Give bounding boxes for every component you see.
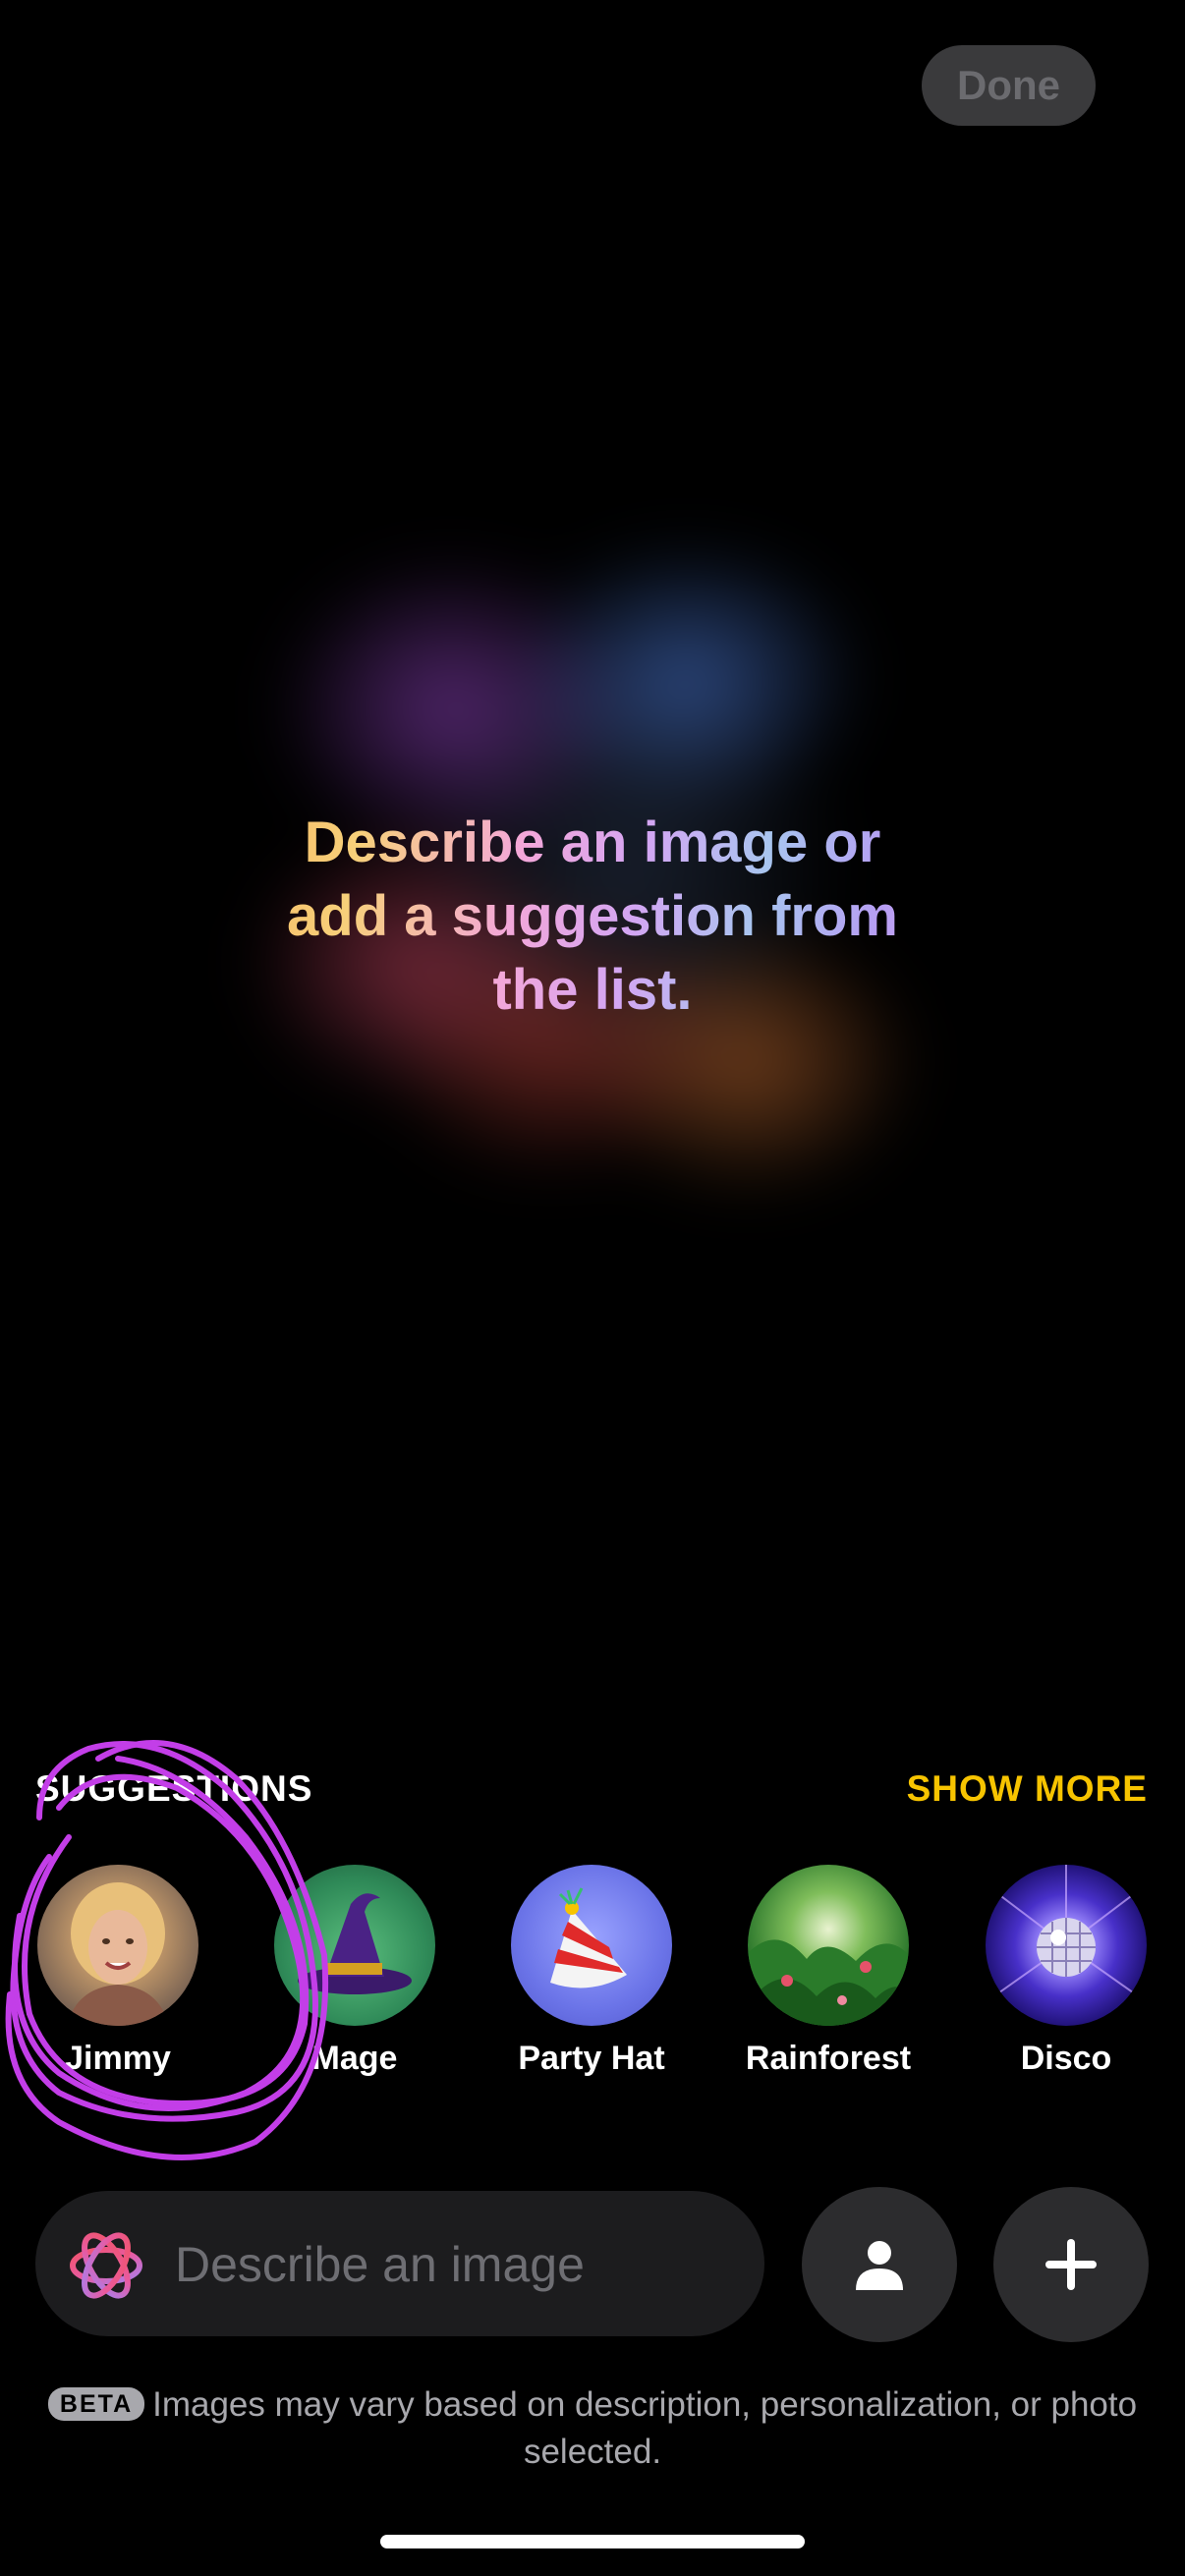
suggestion-label: Disco — [1020, 2040, 1112, 2077]
plus-icon — [1045, 2239, 1097, 2290]
suggestion-disco[interactable]: Disco — [963, 1865, 1169, 2078]
suggestion-label: Rainforest — [745, 2040, 912, 2077]
person-icon — [856, 2241, 903, 2290]
empty-state-prompt: Describe an image or add a suggestion fr… — [199, 806, 986, 1027]
disclaimer-text: Images may vary based on description, pe… — [152, 2385, 1138, 2471]
add-button[interactable] — [993, 2187, 1149, 2342]
prompt-line: add a suggestion from — [287, 884, 898, 948]
suggestion-jimmy[interactable]: Jimmy — [15, 1865, 221, 2078]
rainforest-icon — [748, 1865, 909, 2026]
person-photo-thumbnail — [37, 1865, 198, 2026]
party-hat-icon — [511, 1865, 672, 2026]
prompt-line: Describe an image or — [304, 811, 881, 874]
home-indicator[interactable] — [380, 2535, 805, 2548]
describe-image-field[interactable] — [35, 2191, 764, 2338]
wizard-hat-icon — [274, 1865, 435, 2026]
suggestion-label: Jimmy — [65, 2040, 171, 2077]
describe-image-input[interactable] — [173, 2191, 747, 2338]
person-button[interactable] — [802, 2187, 957, 2342]
suggestion-label: Mage — [311, 2040, 398, 2077]
suggestion-party-hat[interactable]: Party Hat — [488, 1865, 695, 2078]
suggestion-label: Party Hat — [518, 2040, 665, 2077]
suggestion-rainforest[interactable]: Rainforest — [725, 1865, 931, 2078]
disco-ball-icon — [986, 1865, 1147, 2026]
suggestions-row: Jimmy Mage Party Hat Rainforest Disco — [0, 1865, 1185, 2091]
show-more-button[interactable]: SHOW MORE — [907, 1768, 1148, 1810]
image-playground-icon — [70, 2232, 142, 2299]
suggestion-mage[interactable]: Mage — [252, 1865, 458, 2078]
beta-badge: BETA — [47, 2387, 145, 2421]
disclaimer-note: BETA Images may vary based on description… — [39, 2381, 1146, 2476]
suggestions-heading: SUGGESTIONS — [35, 1768, 313, 1809]
prompt-line: the list. — [492, 958, 693, 1022]
done-button[interactable]: Done — [922, 45, 1096, 126]
